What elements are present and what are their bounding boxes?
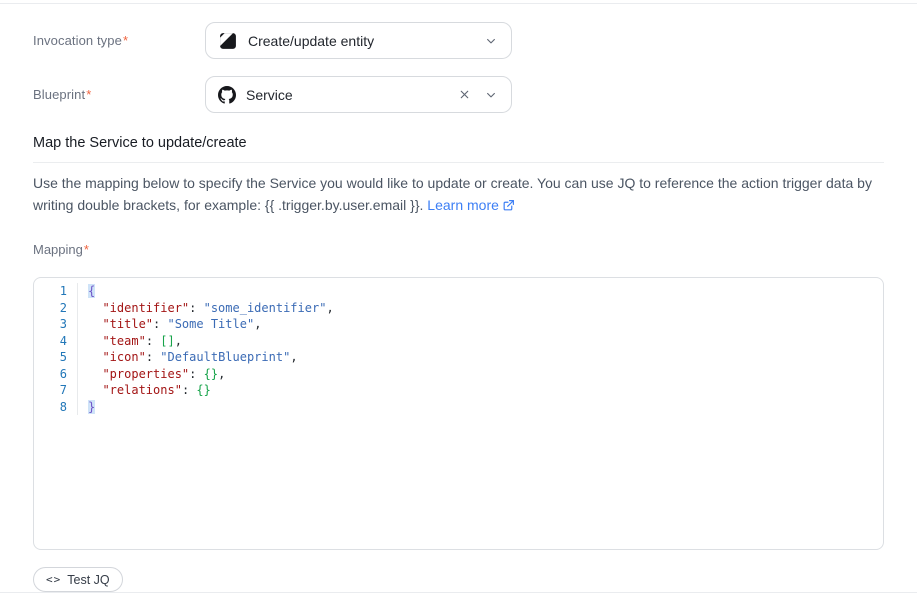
invocation-type-label: Invocation type*: [33, 33, 205, 48]
external-link-icon[interactable]: [502, 197, 515, 219]
mapping-code-editor[interactable]: 12345678 { "identifier": "some_identifie…: [33, 277, 884, 550]
clear-selection-icon[interactable]: [458, 88, 471, 101]
code-lines[interactable]: { "identifier": "some_identifier", "titl…: [78, 283, 334, 415]
code-token-key: "relations": [102, 383, 181, 397]
code-token-plain: ,: [254, 317, 261, 331]
chevron-down-icon[interactable]: [485, 35, 497, 47]
code-token-string: "DefaultBlueprint": [160, 350, 290, 364]
code-line[interactable]: "team": [],: [88, 333, 334, 350]
mapping-label: Mapping*: [33, 242, 884, 257]
code-line[interactable]: "identifier": "some_identifier",: [88, 300, 334, 317]
test-jq-label: Test JQ: [67, 573, 109, 587]
line-number: 7: [34, 382, 67, 399]
top-divider: [0, 3, 917, 4]
invocation-type-row: Invocation type* Create/update entity: [33, 22, 884, 59]
code-token-plain: :: [146, 350, 160, 364]
create-update-entity-icon: [218, 31, 238, 51]
line-number: 3: [34, 316, 67, 333]
learn-more-link[interactable]: Learn more: [427, 197, 499, 213]
blueprint-label-text: Blueprint: [33, 87, 85, 102]
code-token-plain: ,: [290, 350, 297, 364]
code-line[interactable]: "properties": {},: [88, 366, 334, 383]
required-asterisk: *: [84, 242, 89, 257]
blueprint-value: Service: [246, 87, 448, 103]
bottom-divider: [0, 592, 917, 593]
code-gutter: 12345678: [34, 283, 78, 415]
code-token-plain: :: [189, 301, 203, 315]
invocation-type-value: Create/update entity: [248, 33, 475, 49]
code-token-bracket: {}: [204, 367, 218, 381]
code-line[interactable]: {: [88, 283, 334, 300]
invocation-type-label-text: Invocation type: [33, 33, 122, 48]
code-brackets-icon: <>: [46, 573, 61, 586]
required-asterisk: *: [86, 87, 91, 102]
section-divider: [33, 162, 884, 163]
code-token-brace: }: [88, 400, 95, 414]
blueprint-select[interactable]: Service: [205, 76, 512, 113]
line-number: 6: [34, 366, 67, 383]
code-token-plain: [88, 367, 102, 381]
line-number: 4: [34, 333, 67, 350]
code-token-string: "Some Title": [167, 317, 254, 331]
code-token-plain: :: [189, 367, 203, 381]
code-token-key: "icon": [102, 350, 145, 364]
line-number: 1: [34, 283, 67, 300]
github-icon: [218, 86, 236, 104]
line-number: 5: [34, 349, 67, 366]
code-line[interactable]: "relations": {}: [88, 382, 334, 399]
line-number: 2: [34, 300, 67, 317]
code-token-plain: [88, 383, 102, 397]
code-line[interactable]: }: [88, 399, 334, 416]
code-token-plain: ,: [326, 301, 333, 315]
code-line[interactable]: "icon": "DefaultBlueprint",: [88, 349, 334, 366]
code-token-bracket: {}: [196, 383, 210, 397]
code-token-brace: {: [88, 284, 95, 298]
code-token-key: "title": [102, 317, 153, 331]
code-token-key: "identifier": [102, 301, 189, 315]
blueprint-row: Blueprint* Service: [33, 76, 884, 113]
line-number: 8: [34, 399, 67, 416]
code-token-plain: :: [182, 383, 196, 397]
invocation-type-select[interactable]: Create/update entity: [205, 22, 512, 59]
chevron-down-icon[interactable]: [485, 89, 497, 101]
code-token-plain: :: [146, 334, 160, 348]
code-token-plain: ,: [175, 334, 182, 348]
code-token-plain: [88, 334, 102, 348]
section-heading: Map the Service to update/create: [33, 135, 884, 151]
test-jq-button[interactable]: <> Test JQ: [33, 567, 123, 592]
code-token-plain: [88, 350, 102, 364]
code-token-key: "properties": [102, 367, 189, 381]
code-token-plain: :: [153, 317, 167, 331]
code-line[interactable]: "title": "Some Title",: [88, 316, 334, 333]
code-token-plain: [88, 301, 102, 315]
required-asterisk: *: [123, 33, 128, 48]
code-token-plain: [88, 317, 102, 331]
section-description: Use the mapping below to specify the Ser…: [33, 173, 884, 218]
mapping-label-text: Mapping: [33, 242, 83, 257]
blueprint-label: Blueprint*: [33, 87, 205, 102]
code-token-key: "team": [102, 334, 145, 348]
code-token-bracket: []: [160, 334, 174, 348]
code-token-string: "some_identifier": [204, 301, 327, 315]
action-form: Invocation type* Create/update entity Bl…: [33, 22, 884, 592]
code-token-plain: ,: [218, 367, 225, 381]
